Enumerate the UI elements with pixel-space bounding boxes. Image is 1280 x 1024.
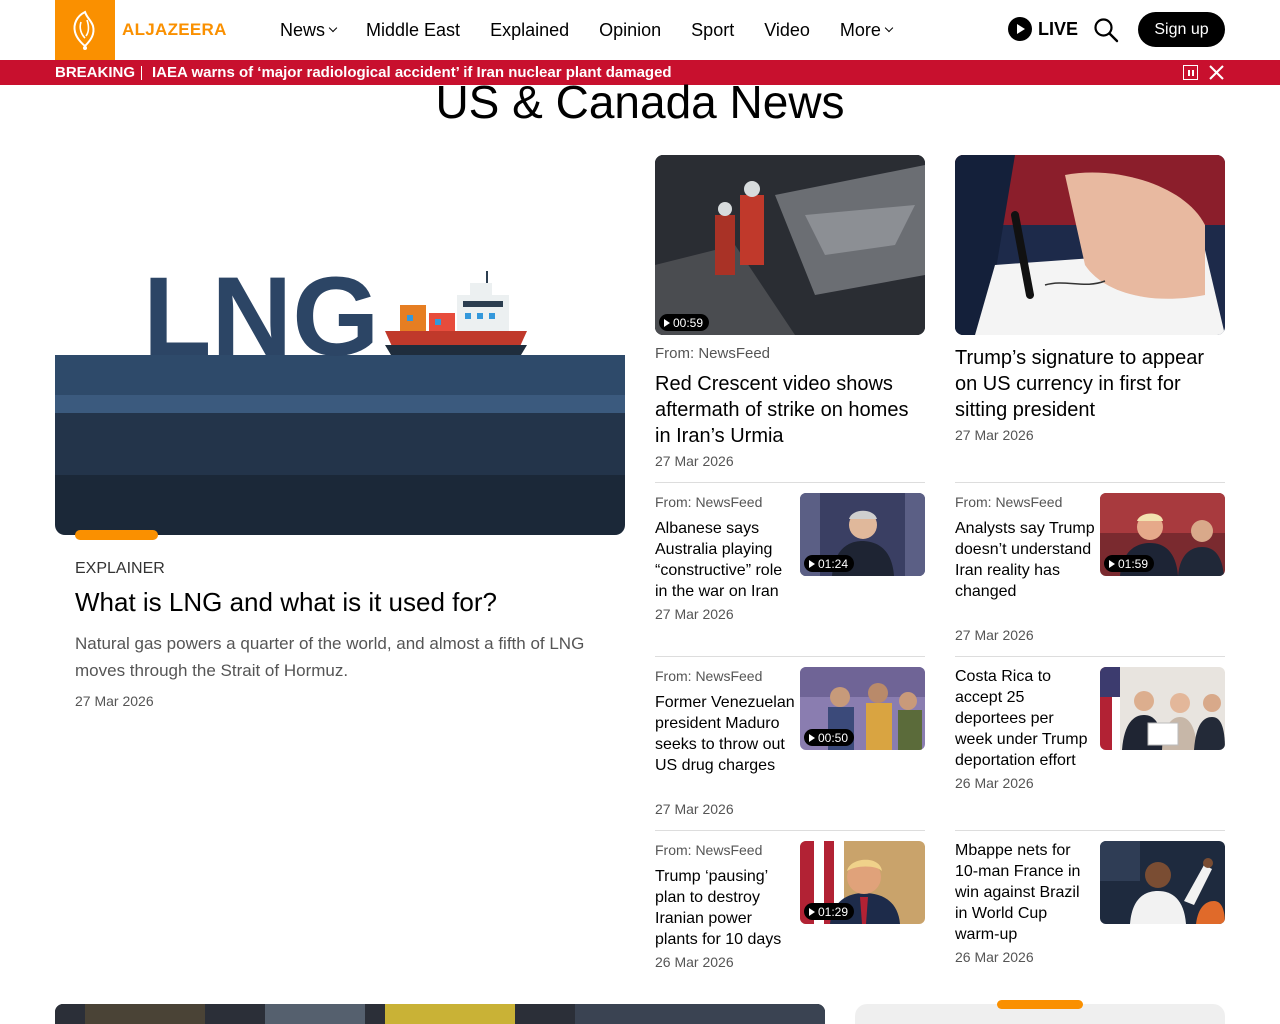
nav-label: Middle East [366,19,461,40]
nav-item-sport[interactable]: Sport [691,20,734,41]
featured-summary: Natural gas powers a quarter of the worl… [75,634,585,680]
card-title-link[interactable]: Albanese says Australia playing “constru… [655,518,795,602]
card-thumbnail[interactable]: 00:50 [800,667,925,750]
search-icon[interactable] [1093,17,1119,43]
main-nav: News Middle East Explained Opinion Sport… [280,0,922,60]
card-title-link[interactable]: Former Venezuelan president Maduro seeks… [655,692,795,776]
lng-image-text: LNG [143,254,379,379]
video-duration-badge: 01:24 [804,555,855,572]
chevron-down-icon [884,23,894,33]
play-icon [1008,17,1032,41]
nav-item-more[interactable]: More [839,19,894,41]
video-duration-badge: 01:59 [1104,555,1155,572]
divider [955,656,1225,657]
video-duration-badge: 00:50 [804,729,855,746]
featured-tag: EXPLAINER [75,560,165,577]
card-title-link[interactable]: Costa Rica to accept 25 deportees per we… [955,666,1095,771]
card-title-link[interactable]: Trump’s signature to appear on US curren… [955,345,1225,423]
video-duration-badge: 01:29 [804,903,855,920]
card-source: From: NewsFeed [655,494,763,510]
sign-up-button[interactable]: Sign up [1138,12,1225,47]
video-duration-badge: 00:59 [659,314,710,331]
nav-item-opinion[interactable]: Opinion [599,20,661,41]
card-title-link[interactable]: Analysts say Trump doesn’t understand Ir… [955,518,1095,602]
nav-item-middle-east[interactable]: Middle East [366,20,460,41]
logo-emblem-icon [55,0,115,60]
divider [655,830,925,831]
card-image[interactable] [955,155,1225,335]
card-date: 26 Mar 2026 [655,954,734,970]
card-thumbnail[interactable]: 01:29 [800,841,925,924]
live-label: LIVE [1038,18,1079,39]
nav-label: News [280,19,326,40]
card-date: 27 Mar 2026 [955,427,1034,443]
card-thumbnail[interactable]: 01:59 [1100,493,1225,576]
featured-image[interactable]: LNG [55,155,625,535]
card-date: 27 Mar 2026 [655,606,734,622]
nav-item-explained[interactable]: Explained [490,20,569,41]
logo[interactable]: ALJAZEERA [55,0,227,60]
next-section-image[interactable] [55,1004,825,1024]
nav-item-video[interactable]: Video [764,20,810,41]
card-date: 26 Mar 2026 [955,949,1034,965]
nav-item-news[interactable]: News [280,19,338,41]
featured-date: 27 Mar 2026 [75,693,154,709]
divider [955,482,1225,483]
divider [955,830,1225,831]
featured-accent-tab [75,530,158,540]
featured-title-link[interactable]: What is LNG and what is it used for? [75,587,497,618]
card-title-link[interactable]: Trump ‘pausing’ plan to destroy Iranian … [655,866,795,950]
nav-label: More [839,19,881,40]
live-button[interactable]: LIVE [1008,17,1078,41]
card-date: 27 Mar 2026 [655,801,734,817]
card-image[interactable]: 00:59 [655,155,925,335]
accent-tab [997,1000,1083,1009]
nav-label: Video [764,19,810,40]
card-thumbnail [1100,841,1225,924]
card-source: From: NewsFeed [655,345,771,362]
card-source: From: NewsFeed [955,494,1063,510]
page-title: US & Canada News [435,76,845,128]
card-date: 26 Mar 2026 [955,775,1034,791]
divider [655,482,925,483]
card-source: From: NewsFeed [655,668,763,684]
card-date: 27 Mar 2026 [955,627,1034,643]
card-date: 27 Mar 2026 [655,453,734,469]
chevron-down-icon [328,23,338,33]
nav-label: Sport [691,19,735,40]
divider [655,656,925,657]
logo-text: ALJAZEERA [122,20,227,39]
nav-label: Explained [490,19,570,40]
card-title-link[interactable]: Mbappe nets for 10-man France in win aga… [955,840,1095,945]
nav-label: Opinion [599,19,662,40]
card-source: From: NewsFeed [655,842,763,858]
card-thumbnail[interactable]: 01:24 [800,493,925,576]
site-header: ALJAZEERA News Middle East Explained Opi… [0,0,1280,60]
card-thumbnail [1100,667,1225,750]
card-title-link[interactable]: Red Crescent video shows aftermath of st… [655,371,925,449]
